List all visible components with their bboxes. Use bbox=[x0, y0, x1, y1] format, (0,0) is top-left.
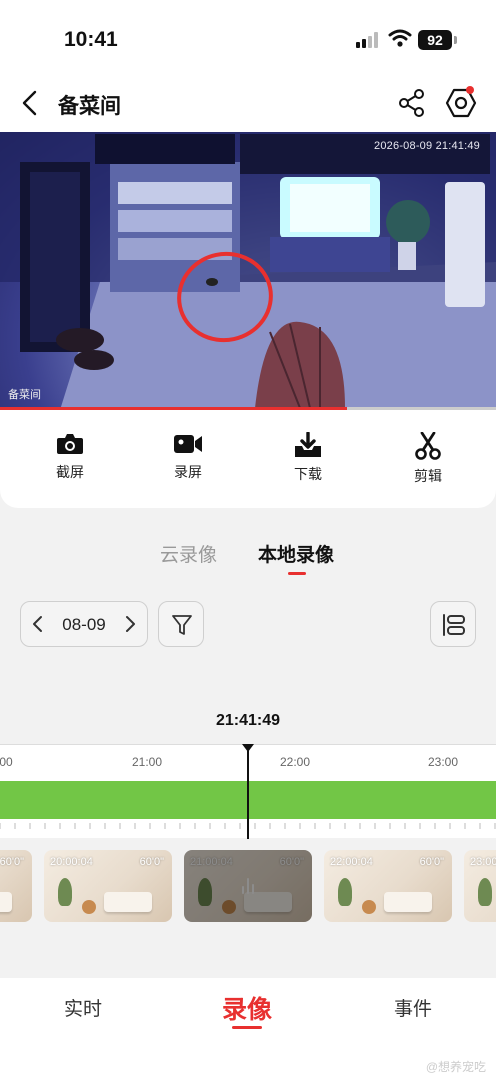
record-screen-button[interactable]: 录屏 bbox=[148, 432, 228, 482]
video-timestamp: 2026-08-09 21:41:49 bbox=[374, 140, 480, 152]
download-icon bbox=[295, 432, 321, 457]
plant-shape bbox=[338, 878, 352, 906]
download-label: 下载 bbox=[294, 466, 322, 482]
camera-icon bbox=[57, 434, 83, 454]
tab-cloud-recording[interactable]: 云录像 bbox=[160, 540, 217, 567]
playhead-line[interactable] bbox=[247, 745, 249, 839]
camera-scene-image bbox=[0, 132, 496, 410]
tab-live[interactable]: 实时 bbox=[64, 994, 102, 1021]
playing-indicator-icon bbox=[242, 876, 256, 894]
clip-start-time: 20:00:04 bbox=[50, 856, 93, 868]
record-screen-label: 录屏 bbox=[174, 464, 202, 480]
sofa-shape bbox=[384, 892, 432, 912]
share-icon[interactable] bbox=[398, 88, 426, 118]
clip-duration: 60'0" bbox=[279, 856, 304, 868]
clip-button[interactable]: 剪辑 bbox=[388, 432, 468, 486]
current-playback-time: 21:41:49 bbox=[215, 712, 281, 729]
list-layout-icon bbox=[443, 614, 465, 636]
date-picker[interactable]: 08-09 bbox=[20, 601, 148, 647]
table-shape bbox=[362, 900, 376, 914]
screenshot-button[interactable]: 截屏 bbox=[30, 432, 110, 482]
bottom-nav: 实时 录像 事件 @想养宠吃 bbox=[0, 978, 496, 1080]
table-shape bbox=[222, 900, 236, 914]
hour-label: 21:00 bbox=[132, 755, 163, 769]
tab-local-recording[interactable]: 本地录像 bbox=[258, 540, 334, 567]
clip-duration: 60'0" bbox=[139, 856, 164, 868]
tool-row: 截屏 录屏 下载 剪辑 bbox=[0, 410, 496, 508]
status-bar: 10:41 92 bbox=[0, 0, 496, 78]
list-view-button[interactable] bbox=[430, 601, 476, 647]
hour-label: :00 bbox=[0, 755, 13, 769]
clip-start-time: 21:00:04 bbox=[190, 856, 233, 868]
scissors-icon bbox=[415, 432, 441, 460]
wifi-icon bbox=[388, 29, 412, 47]
page-title: 备菜间 bbox=[58, 95, 121, 118]
back-arrow-icon[interactable] bbox=[18, 88, 42, 118]
notification-dot bbox=[466, 86, 474, 94]
settings-button[interactable] bbox=[444, 86, 478, 120]
hour-label: 22:00 bbox=[280, 755, 311, 769]
playhead-marker-icon[interactable] bbox=[242, 744, 254, 752]
clip-duration: 60'0" bbox=[419, 856, 444, 868]
status-time: 10:41 bbox=[64, 28, 118, 51]
video-player[interactable]: 2026-08-09 21:41:49 备菜间 bbox=[0, 132, 496, 410]
plant-shape bbox=[198, 878, 212, 906]
clip-thumbnail-strip[interactable]: 60'0" 20:00:04 60'0" 21:00:04 60'0" 22:0… bbox=[0, 848, 496, 924]
screenshot-label: 截屏 bbox=[56, 464, 84, 480]
timeline-scrubber[interactable]: :00 21:00 22:00 23:00 bbox=[0, 744, 496, 839]
nav-bar: 备菜间 bbox=[0, 78, 496, 132]
tab-active-indicator bbox=[288, 572, 306, 575]
filter-button[interactable] bbox=[158, 601, 204, 647]
clip-thumbnail[interactable]: 22:00:04 60'0" bbox=[324, 850, 452, 922]
tab-recording[interactable]: 录像 bbox=[222, 990, 272, 1026]
clip-thumbnail[interactable]: 20:00:04 60'0" bbox=[44, 850, 172, 922]
sofa-shape bbox=[0, 892, 12, 912]
bottom-tab-active-indicator bbox=[232, 1026, 262, 1029]
clip-start-time: 23:00 bbox=[470, 856, 496, 868]
clip-label: 剪辑 bbox=[414, 468, 442, 484]
battery-indicator: 92 bbox=[418, 30, 457, 50]
clip-thumbnail[interactable]: 60'0" bbox=[0, 850, 32, 922]
tab-events[interactable]: 事件 bbox=[394, 994, 432, 1021]
hour-label: 23:00 bbox=[428, 755, 459, 769]
video-camera-icon bbox=[174, 435, 202, 453]
download-button[interactable]: 下载 bbox=[268, 432, 348, 484]
clip-start-time: 22:00:04 bbox=[330, 856, 373, 868]
cellular-signal-icon bbox=[356, 32, 378, 48]
funnel-icon bbox=[172, 615, 192, 635]
sofa-shape bbox=[244, 892, 292, 912]
chevron-right-icon[interactable] bbox=[123, 614, 137, 634]
clip-thumbnail-active[interactable]: 21:00:04 60'0" bbox=[184, 850, 312, 922]
watermark: @想养宠吃 bbox=[425, 1060, 486, 1074]
camera-name-overlay: 备菜间 bbox=[8, 389, 41, 401]
plant-shape bbox=[478, 878, 492, 906]
table-shape bbox=[82, 900, 96, 914]
clip-thumbnail[interactable]: 23:00 bbox=[464, 850, 496, 922]
plant-shape bbox=[58, 878, 72, 906]
sofa-shape bbox=[104, 892, 152, 912]
clip-duration: 60'0" bbox=[0, 856, 24, 868]
